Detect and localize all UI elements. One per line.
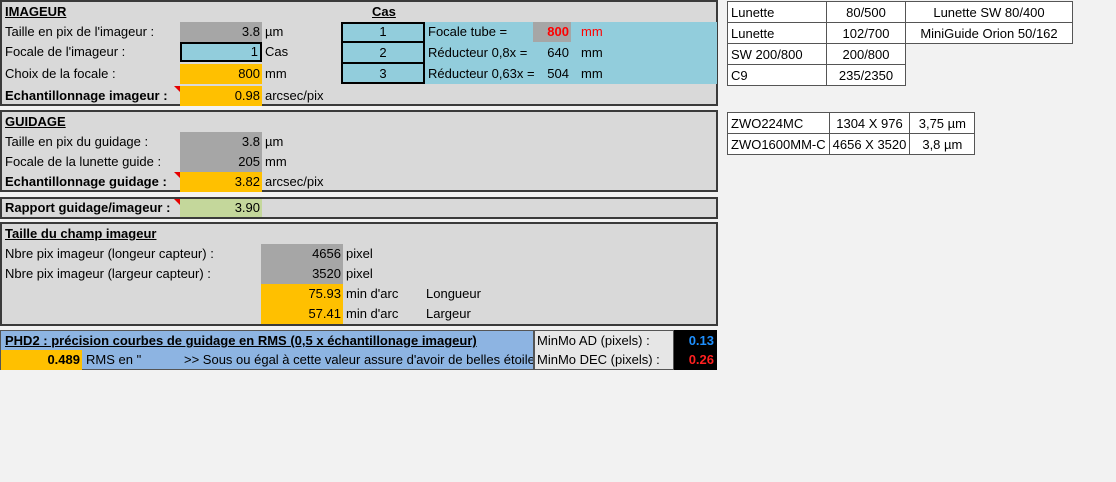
scope-table: Lunette 80/500 Lunette SW 80/400 Lunette… [727, 1, 1073, 86]
cas-label-1: Focale tube = [428, 24, 508, 39]
cas-unit-3: mm [581, 66, 603, 81]
table-row: Lunette 80/500 Lunette SW 80/400 [727, 1, 1073, 23]
empty-cell [905, 43, 1073, 65]
phd2-note: >> Sous ou égal à cette valeur assure d'… [184, 352, 533, 367]
phd2-rms-value[interactable]: 0.489 [1, 350, 82, 370]
table-row: ZWO224MC 1304 X 976 3,75 µm [727, 112, 976, 134]
camera-resolution[interactable]: 4656 X 3520 [828, 133, 911, 155]
imageur-echant-label: Echantillonnage imageur : [5, 88, 168, 103]
cas-num-2[interactable]: 2 [343, 43, 423, 63]
minmo-dec-value[interactable]: 0.26 [674, 350, 716, 370]
imageur-title: IMAGEUR [5, 4, 67, 19]
guide-scope[interactable]: MiniGuide Orion 50/162 [905, 22, 1073, 44]
guidage-focale-unit: mm [265, 154, 287, 169]
imageur-pixel-label: Taille en pix de l'imageur : [5, 24, 155, 39]
champ-arc-largeur-unit: min d'arc [346, 306, 399, 321]
guidage-focale-value[interactable]: 205 [180, 152, 262, 172]
cas-label-3: Réducteur 0,63x = [428, 66, 535, 81]
cas-label-2: Réducteur 0,8x = [428, 45, 528, 60]
phd2-rms-unit: RMS en " [86, 352, 142, 367]
camera-table: ZWO224MC 1304 X 976 3,75 µm ZWO1600MM-C … [727, 112, 976, 155]
champ-largeur-label: Nbre pix imageur (largeur capteur) : [5, 266, 211, 281]
scope-type[interactable]: SW 200/800 [727, 43, 827, 65]
scope-spec[interactable]: 80/500 [826, 1, 906, 23]
minmo-dec-label: MinMo DEC (pixels) : [537, 352, 660, 367]
guidage-pixel-label: Taille en pix du guidage : [5, 134, 149, 149]
scope-type[interactable]: Lunette [727, 1, 827, 23]
champ-longeur-value[interactable]: 4656 [261, 244, 343, 264]
imageur-choix-unit: mm [265, 66, 287, 81]
table-row: ZWO1600MM-C 4656 X 3520 3,8 µm [727, 133, 976, 155]
table-row: C9 235/2350 [727, 64, 1073, 86]
camera-pixel-size[interactable]: 3,8 µm [909, 133, 976, 155]
guidage-echant-label: Echantillonnage guidage : [5, 174, 167, 189]
camera-resolution[interactable]: 1304 X 976 [828, 112, 911, 134]
guidage-pixel-unit: µm [265, 134, 284, 149]
scope-spec[interactable]: 235/2350 [826, 64, 906, 86]
champ-title: Taille du champ imageur [5, 226, 157, 241]
scope-type[interactable]: C9 [727, 64, 827, 86]
cas-value-2: 640 [547, 45, 569, 60]
guide-scope[interactable]: Lunette SW 80/400 [905, 1, 1073, 23]
table-row: SW 200/800 200/800 [727, 43, 1073, 65]
champ-longeur-label: Nbre pix imageur (longeur capteur) : [5, 246, 214, 261]
cas-num-3[interactable]: 3 [343, 64, 423, 84]
camera-pixel-size[interactable]: 3,75 µm [909, 112, 976, 134]
imageur-choix-value[interactable]: 800 [180, 64, 262, 84]
camera-model[interactable]: ZWO1600MM-C [727, 133, 830, 155]
imageur-focale-label: Focale de l'imageur : [5, 44, 126, 59]
camera-model[interactable]: ZWO224MC [727, 112, 830, 134]
phd2-title: PHD2 : précision courbes de guidage en R… [5, 333, 477, 348]
champ-arc-largeur-label: Largeur [426, 306, 471, 321]
champ-arc-largeur-value[interactable]: 57.41 [261, 304, 343, 324]
champ-arc-longueur-value[interactable]: 75.93 [261, 284, 343, 304]
imageur-pixel-value[interactable]: 3.8 [180, 22, 262, 42]
champ-arc-longueur-label: Longueur [426, 286, 481, 301]
scope-spec[interactable]: 102/700 [826, 22, 906, 44]
imageur-echant-value[interactable]: 0.98 [180, 86, 262, 106]
cas-unit-2: mm [581, 45, 603, 60]
table-row: Lunette 102/700 MiniGuide Orion 50/162 [727, 22, 1073, 44]
cas-title: Cas [372, 4, 396, 19]
cas-num-1[interactable]: 1 [343, 22, 423, 42]
champ-largeur-unit: pixel [346, 266, 373, 281]
empty-cell [905, 64, 1073, 86]
imageur-pixel-unit: µm [265, 24, 284, 39]
imageur-focale-unit: Cas [265, 44, 289, 59]
guidage-echant-unit: arcsec/pix [265, 174, 324, 189]
guidage-echant-value[interactable]: 3.82 [180, 172, 262, 192]
champ-largeur-value[interactable]: 3520 [261, 264, 343, 284]
guidage-pixel-value[interactable]: 3.8 [180, 132, 262, 152]
cas-value-3: 504 [547, 66, 569, 81]
rapport-value[interactable]: 3.90 [180, 199, 262, 217]
cas-value-1[interactable]: 800 [533, 22, 571, 42]
guidage-focale-label: Focale de la lunette guide : [5, 154, 162, 169]
scope-type[interactable]: Lunette [727, 22, 827, 44]
cas-unit-1: mm [581, 24, 603, 39]
scope-spec[interactable]: 200/800 [826, 43, 906, 65]
imageur-echant-unit: arcsec/pix [265, 88, 324, 103]
champ-longeur-unit: pixel [346, 246, 373, 261]
imageur-choix-label: Choix de la focale : [5, 66, 116, 81]
champ-arc-longueur-unit: min d'arc [346, 286, 399, 301]
imageur-focale-input[interactable]: 1 [180, 42, 262, 62]
minmo-ad-value[interactable]: 0.13 [674, 331, 716, 351]
minmo-ad-label: MinMo AD (pixels) : [537, 333, 650, 348]
rapport-label: Rapport guidage/imageur : [5, 200, 171, 215]
guidage-title: GUIDAGE [5, 114, 66, 129]
